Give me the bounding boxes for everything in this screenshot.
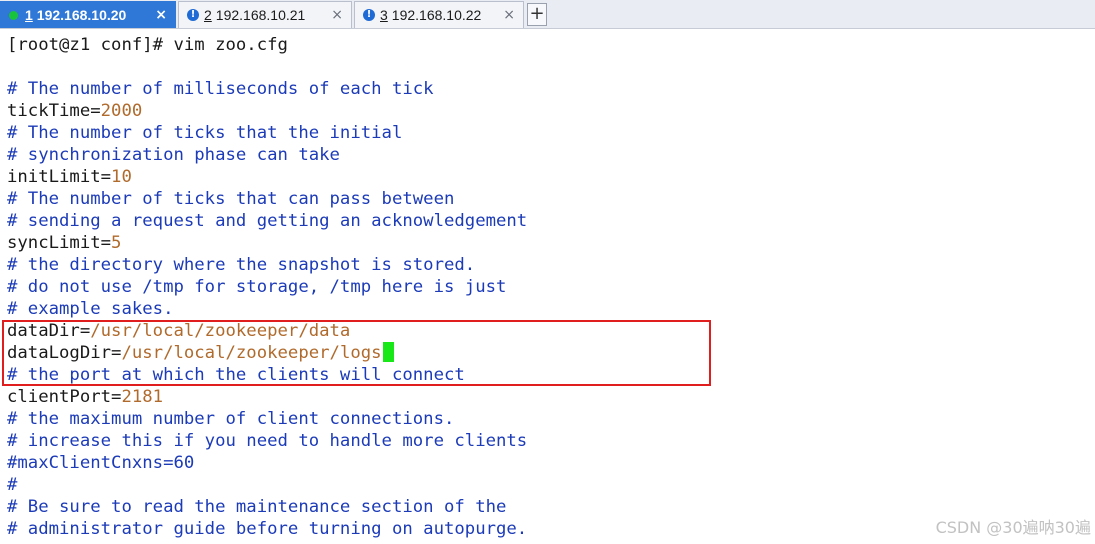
config-line: syncLimit=5 <box>7 232 1095 254</box>
close-icon[interactable]: × <box>155 7 167 23</box>
config-key: initLimit= <box>7 167 112 187</box>
comment-line: # The number of ticks that the initial <box>7 123 403 143</box>
config-line: tickTime=2000 <box>7 100 1095 122</box>
terminal-area[interactable]: [root@z1 conf]# vim zoo.cfg # The number… <box>7 34 1095 544</box>
config-line: dataLogDir=/usr/local/zookeeper/logs <box>7 342 1095 364</box>
config-value: 5 <box>111 233 122 253</box>
comment-line: # synchronization phase can take <box>7 145 340 165</box>
comment-line: # Be sure to read the maintenance sectio… <box>7 497 507 517</box>
close-icon[interactable]: × <box>503 7 515 23</box>
config-key: tickTime= <box>7 101 101 121</box>
comment-line: # The number of ticks that can pass betw… <box>7 189 455 209</box>
tab-title: 192.168.10.22 <box>391 7 482 23</box>
tab-title: 192.168.10.20 <box>36 7 127 23</box>
config-value: 2181 <box>121 387 164 407</box>
comment-line: # the port at which the clients will con… <box>7 365 465 385</box>
watermark: CSDN @30遍呐30遍 <box>935 518 1091 537</box>
new-tab-button[interactable]: + <box>527 3 547 26</box>
config-value: 2000 <box>100 101 143 121</box>
comment-line: # do not use /tmp for storage, /tmp here… <box>7 277 507 297</box>
comment-line: #maxClientCnxns=60 <box>7 453 195 473</box>
warning-icon: ! <box>363 9 375 21</box>
comment-line: # the directory where the snapshot is st… <box>7 255 476 275</box>
close-icon[interactable]: × <box>331 7 343 23</box>
config-key: clientPort= <box>7 387 122 407</box>
config-value: 10 <box>111 167 132 187</box>
comment-line: # The number of milliseconds of each tic… <box>7 79 434 99</box>
config-value: /usr/local/zookeeper/logs <box>121 343 382 363</box>
comment-line: # <box>7 475 18 495</box>
config-line: initLimit=10 <box>7 166 1095 188</box>
config-line: dataDir=/usr/local/zookeeper/data <box>7 320 1095 342</box>
tab-session-3[interactable]: ! 3 192.168.10.22 × <box>354 1 524 28</box>
config-key: syncLimit= <box>7 233 112 253</box>
tab-session-2[interactable]: ! 2 192.168.10.21 × <box>178 1 352 28</box>
config-key: dataLogDir= <box>7 343 122 363</box>
green-dot-icon <box>9 10 18 20</box>
tab-number: 2 <box>204 7 212 23</box>
tab-number: 3 <box>380 7 388 23</box>
warning-icon: ! <box>187 9 199 21</box>
file-content: # The number of milliseconds of each tic… <box>7 78 1095 540</box>
config-value: /usr/local/zookeeper/data <box>90 321 351 341</box>
tab-number: 1 <box>25 7 33 23</box>
comment-line: # sending a request and getting an ackno… <box>7 211 528 231</box>
comment-line: # increase this if you need to handle mo… <box>7 431 528 451</box>
comment-line: # administrator guide before turning on … <box>7 519 528 539</box>
text-cursor <box>382 342 394 362</box>
tab-title: 192.168.10.21 <box>215 7 306 23</box>
tab-session-1[interactable]: 1 192.168.10.20 × <box>0 1 176 28</box>
command-prompt: [root@z1 conf]# vim zoo.cfg <box>7 35 288 55</box>
comment-line: # the maximum number of client connectio… <box>7 409 455 429</box>
config-line: clientPort=2181 <box>7 386 1095 408</box>
comment-line: # example sakes. <box>7 299 174 319</box>
tab-bar: 1 192.168.10.20 × ! 2 192.168.10.21 × ! … <box>0 0 1095 29</box>
config-key: dataDir= <box>7 321 91 341</box>
